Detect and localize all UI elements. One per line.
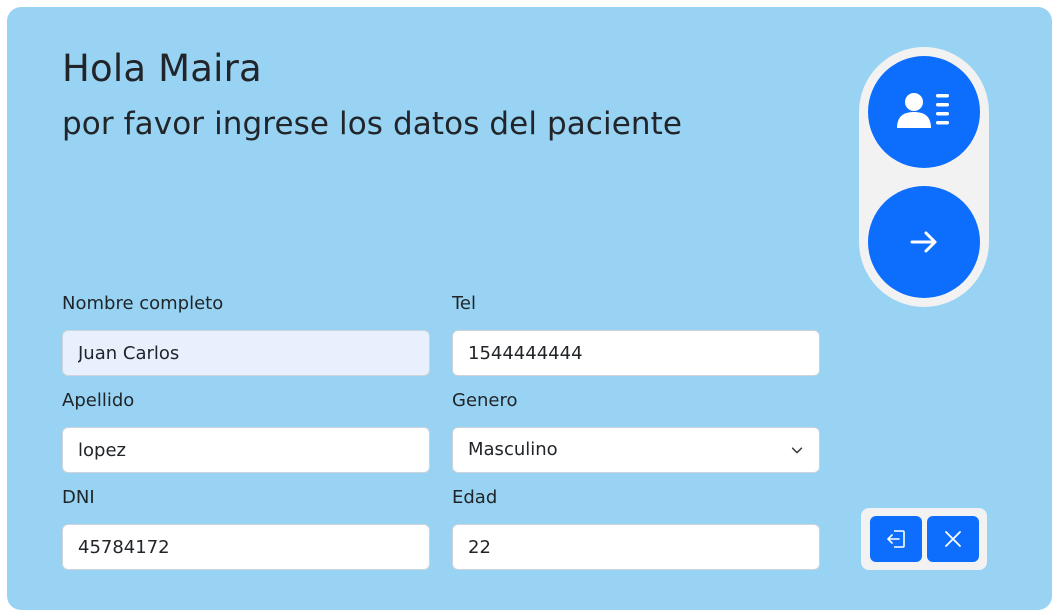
edad-field[interactable] [452,524,820,570]
greeting-title: Hola Maira [62,47,262,90]
dni-label: DNI [62,487,95,508]
page-subtitle: por favor ingrese los datos del paciente [62,106,683,142]
close-icon [945,531,961,547]
apellido-label: Apellido [62,390,135,411]
patient-form-card: Hola Maira por favor ingrese los datos d… [7,7,1052,610]
genero-selected-value: Masculino [468,439,558,460]
genero-label: Genero [452,390,518,411]
dni-field[interactable] [62,524,430,570]
tel-label: Tel [452,293,477,314]
tel-field[interactable] [452,330,820,376]
genero-select[interactable]: Masculino [452,427,820,473]
chevron-down-icon [791,447,803,454]
patient-card-icon [897,93,949,128]
logout-button[interactable] [870,516,922,562]
footer-action-panel [861,508,987,570]
nombre-field[interactable] [62,330,430,376]
patient-card-button[interactable] [868,56,980,168]
close-button[interactable] [927,516,979,562]
next-button[interactable] [868,186,980,298]
side-action-panel [859,47,989,307]
nombre-label: Nombre completo [62,293,224,314]
logout-icon [887,530,905,548]
arrow-right-icon [910,231,937,253]
apellido-field[interactable] [62,427,430,473]
edad-label: Edad [452,487,498,508]
